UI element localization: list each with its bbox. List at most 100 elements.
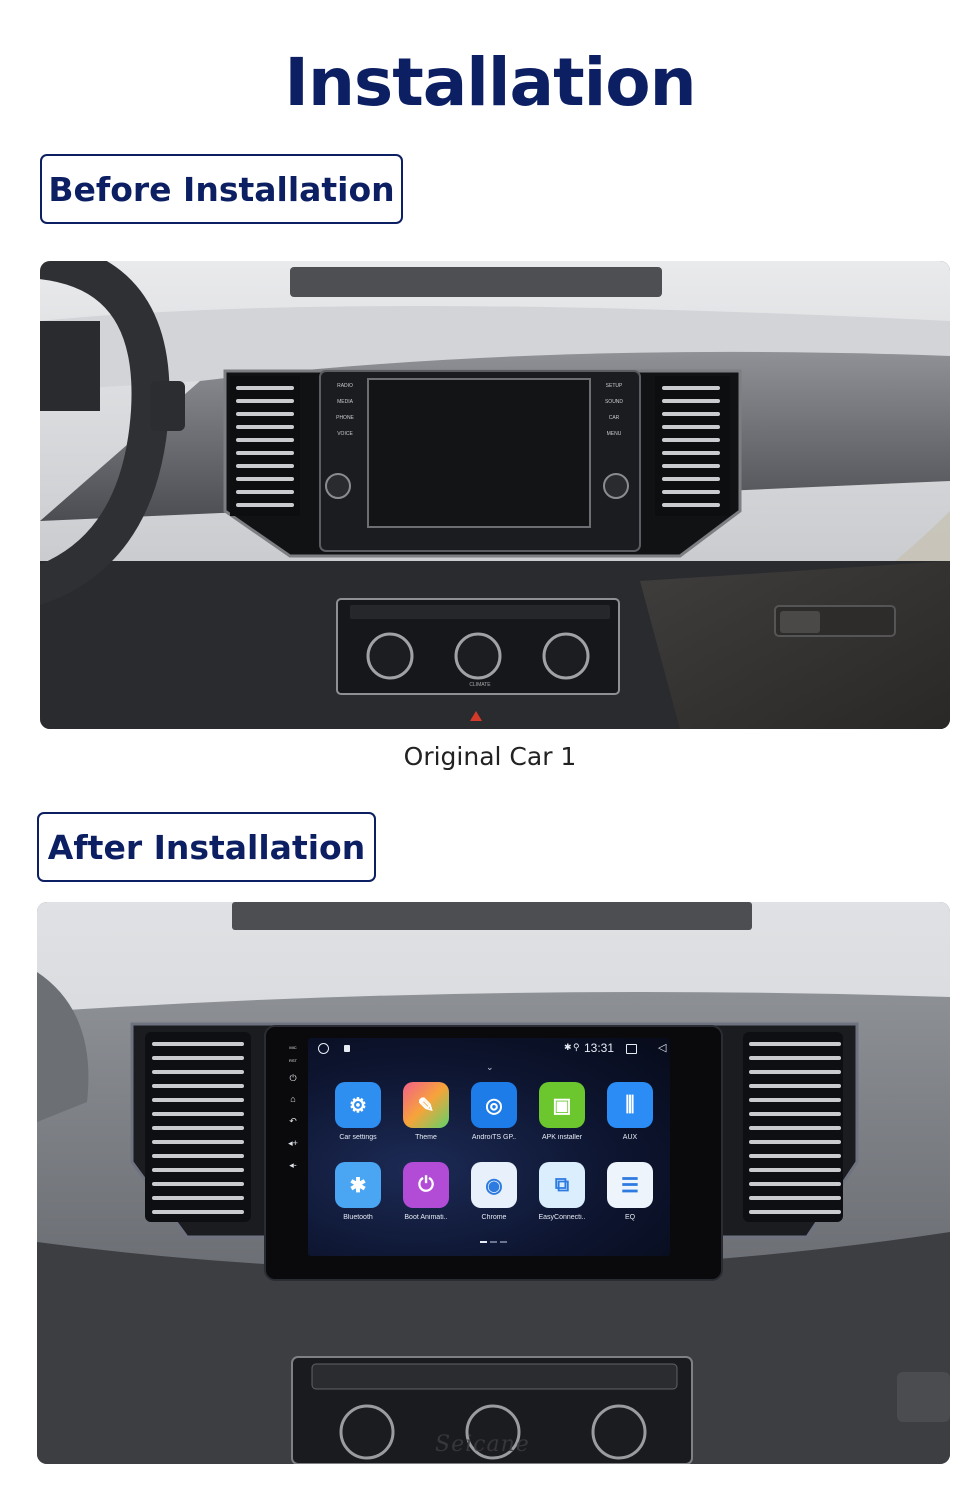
app-aux[interactable]: ⫼ AUX xyxy=(599,1082,661,1141)
location-icon: ⚲ xyxy=(573,1042,580,1052)
app-apk-installer[interactable]: ▣ APK installer xyxy=(531,1082,593,1141)
app-label: Boot Animati.. xyxy=(404,1214,448,1221)
back-nav-icon[interactable]: ◁ xyxy=(658,1041,666,1054)
app-androits-gp[interactable]: ◎ AndroiTS GP.. xyxy=(463,1082,525,1141)
home-icon: ⌂ xyxy=(290,1094,296,1104)
power-icon: ⏻ xyxy=(289,1073,297,1083)
power-icon: ⏻ xyxy=(403,1162,449,1208)
app-eq[interactable]: ☰ EQ xyxy=(599,1162,661,1221)
back-button[interactable]: ↶ xyxy=(284,1110,302,1132)
vent-slat xyxy=(236,412,294,416)
vent-slat xyxy=(152,1070,244,1074)
vent-slat xyxy=(152,1126,244,1130)
app-label: AUX xyxy=(622,1134,638,1141)
before-photo-caption: Original Car 1 xyxy=(403,742,577,771)
home-button[interactable]: ⌂ xyxy=(284,1088,302,1110)
app-chrome[interactable]: ◉ Chrome xyxy=(463,1162,525,1221)
app-car-settings[interactable]: ⚙ Car settings xyxy=(327,1082,389,1141)
car-settings-icon: ⚙ xyxy=(335,1082,381,1128)
power-button[interactable]: ⏻ xyxy=(284,1068,302,1088)
vent-slat xyxy=(662,490,720,494)
vent-slat xyxy=(152,1182,244,1186)
vent-slat xyxy=(152,1084,244,1088)
gps-radar-icon: ◎ xyxy=(471,1082,517,1128)
bluetooth-status-icon: ✱ xyxy=(564,1042,572,1052)
eq-sliders-icon: ☰ xyxy=(607,1162,653,1208)
car-button[interactable]: CAR xyxy=(596,410,632,426)
vent-slat xyxy=(749,1182,841,1186)
app-label: EasyConnecti.. xyxy=(538,1214,586,1221)
clock: 13:31 xyxy=(584,1041,615,1055)
vent-slat xyxy=(152,1112,244,1116)
vent-slat xyxy=(236,438,294,442)
original-dashboard-illustration xyxy=(40,261,950,729)
original-right-buttons: SETUP SOUND CAR MENU xyxy=(596,378,632,442)
after-installation-badge: After Installation xyxy=(37,812,376,882)
vent-slat xyxy=(749,1196,841,1200)
menu-button[interactable]: MENU xyxy=(596,426,632,442)
back-icon: ↶ xyxy=(289,1116,297,1126)
vent-slat xyxy=(152,1168,244,1172)
tune-knob xyxy=(603,473,629,499)
aux-cable-icon: ⫼ xyxy=(607,1082,653,1128)
vent-slat xyxy=(152,1042,244,1046)
easyconnection-icon: ⧉ xyxy=(539,1162,585,1208)
media-button[interactable]: MEDIA xyxy=(327,394,363,410)
voice-button[interactable]: VOICE xyxy=(327,426,363,442)
vent-slat xyxy=(749,1126,841,1130)
vent-slat xyxy=(749,1070,841,1074)
recents-icon[interactable] xyxy=(626,1044,637,1054)
watermark: Seicane xyxy=(435,1432,530,1457)
vent-slat xyxy=(749,1210,841,1214)
vent-slat xyxy=(749,1098,841,1102)
gallery-icon xyxy=(344,1045,350,1052)
app-label: APK installer xyxy=(541,1134,583,1141)
vent-slat xyxy=(236,503,294,507)
volume-up-button[interactable]: ◂+ xyxy=(284,1132,302,1154)
app-boot-animati[interactable]: ⏻ Boot Animati.. xyxy=(395,1162,457,1221)
app-label: Theme xyxy=(415,1134,437,1141)
radio-button[interactable]: RADIO xyxy=(327,378,363,394)
app-easyconnecti[interactable]: ⧉ EasyConnecti.. xyxy=(531,1162,593,1221)
volume-down-icon: ◂- xyxy=(289,1160,297,1170)
theme-brush-icon: ✎ xyxy=(403,1082,449,1128)
chevron-down-icon[interactable]: ⌄ xyxy=(486,1062,494,1073)
vent-slat xyxy=(749,1168,841,1172)
android-home-screen: ✱ ⚲ 13:31 ◁ ⌄ ⚙ Car settings ✎ Theme ◎ Androi… xyxy=(308,1038,670,1256)
setup-button[interactable]: SETUP xyxy=(596,378,632,394)
vent-slat xyxy=(662,386,720,390)
app-label: Bluetooth xyxy=(343,1214,373,1221)
page-dot xyxy=(500,1241,507,1243)
vent-slat xyxy=(152,1210,244,1214)
app-bluetooth[interactable]: ✱ Bluetooth xyxy=(327,1162,389,1221)
vent-slat xyxy=(662,503,720,507)
vent-slat xyxy=(749,1112,841,1116)
bluetooth-icon: ✱ xyxy=(335,1162,381,1208)
climate-label: CLIMATE xyxy=(469,682,491,688)
vent-slat xyxy=(662,425,720,429)
vent-slat xyxy=(662,451,720,455)
android-icon: ▣ xyxy=(539,1082,585,1128)
app-label: Chrome xyxy=(481,1214,507,1221)
side-button-strip: MIC RST ⏻ ⌂ ↶ ◂+ ◂- xyxy=(284,1042,302,1176)
vent-slat xyxy=(749,1154,841,1158)
vent-slat xyxy=(236,386,294,390)
vent-slat xyxy=(662,399,720,403)
vent-slat xyxy=(236,477,294,481)
before-installation-photo: RADIO MEDIA PHONE VOICE SETUP SOUND CAR … xyxy=(40,261,950,729)
reset-button[interactable]: RST xyxy=(284,1054,302,1068)
home-circle-icon[interactable] xyxy=(318,1043,329,1054)
volume-down-button[interactable]: ◂- xyxy=(284,1154,302,1176)
vent-slat xyxy=(236,425,294,429)
vent-slat xyxy=(662,438,720,442)
right-vent xyxy=(655,376,730,516)
vent-slat xyxy=(236,490,294,494)
vent-slat xyxy=(749,1056,841,1060)
vent-slat xyxy=(236,451,294,455)
sound-button[interactable]: SOUND xyxy=(596,394,632,410)
phone-button[interactable]: PHONE xyxy=(327,410,363,426)
vent-slat xyxy=(749,1084,841,1088)
vent-slat xyxy=(152,1098,244,1102)
app-theme[interactable]: ✎ Theme xyxy=(395,1082,457,1141)
mic-label: MIC xyxy=(289,1045,297,1050)
